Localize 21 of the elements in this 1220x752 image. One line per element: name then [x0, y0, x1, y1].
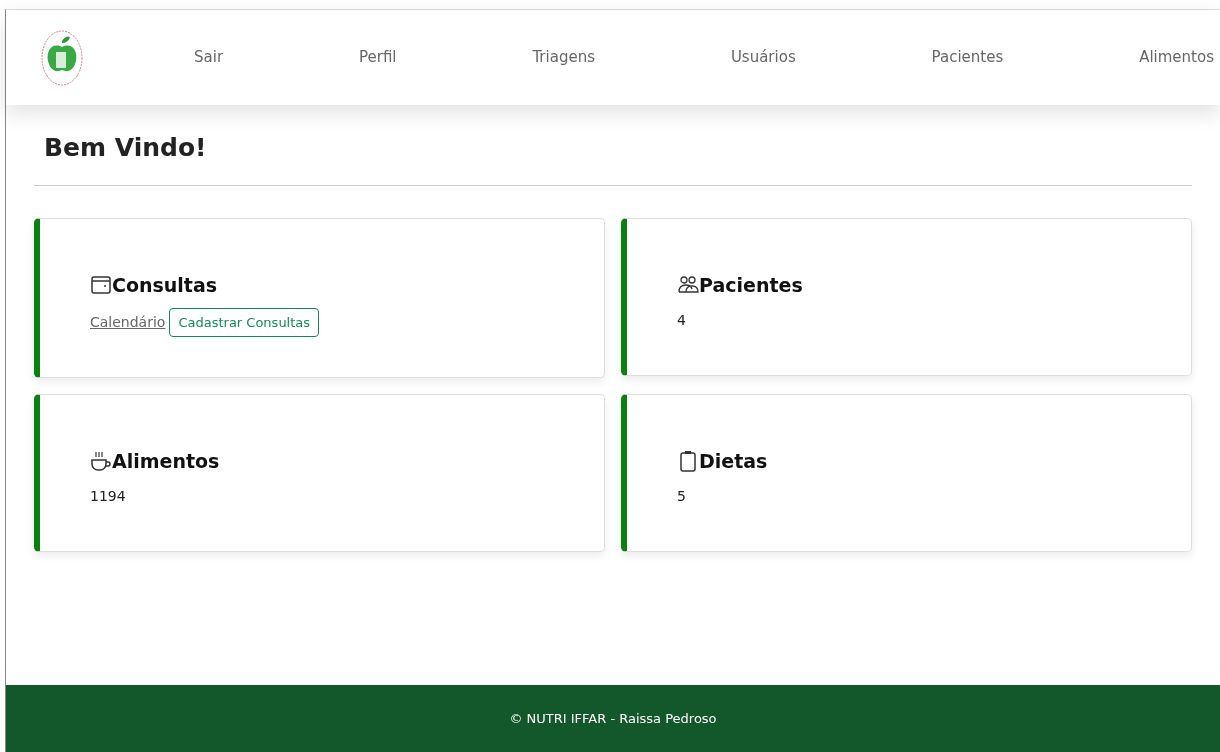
- nav-link[interactable]: Sair: [194, 46, 224, 69]
- nav-link[interactable]: Triagens: [532, 46, 595, 69]
- card-title: Alimentos: [112, 449, 220, 474]
- card-count: 4: [677, 310, 687, 330]
- nav-link[interactable]: Usuários: [730, 46, 796, 69]
- calendar-link[interactable]: Calendário: [90, 311, 166, 333]
- register-button[interactable]: Cadastrar Consultas: [169, 307, 320, 337]
- nav-link[interactable]: Pacientes: [931, 46, 1004, 69]
- card-count: 1194: [90, 486, 127, 506]
- card-count: 5: [677, 486, 687, 506]
- footer-text: © NUTRI IFFAR - Raissa Pedroso: [509, 709, 717, 728]
- welcome-heading: Bem Vindo!: [44, 133, 208, 163]
- nav-link[interactable]: Perfil: [358, 46, 397, 69]
- clipboard-icon: [677, 450, 699, 473]
- apple-logo-icon[interactable]: [40, 28, 84, 87]
- steaming-cup-icon: [90, 450, 112, 473]
- card-title: Consultas: [112, 273, 218, 298]
- card-title: Pacientes: [699, 273, 803, 298]
- calendar-icon: [90, 274, 112, 297]
- card-title: Dietas: [699, 449, 768, 474]
- nav-link[interactable]: Alimentos: [1139, 46, 1214, 69]
